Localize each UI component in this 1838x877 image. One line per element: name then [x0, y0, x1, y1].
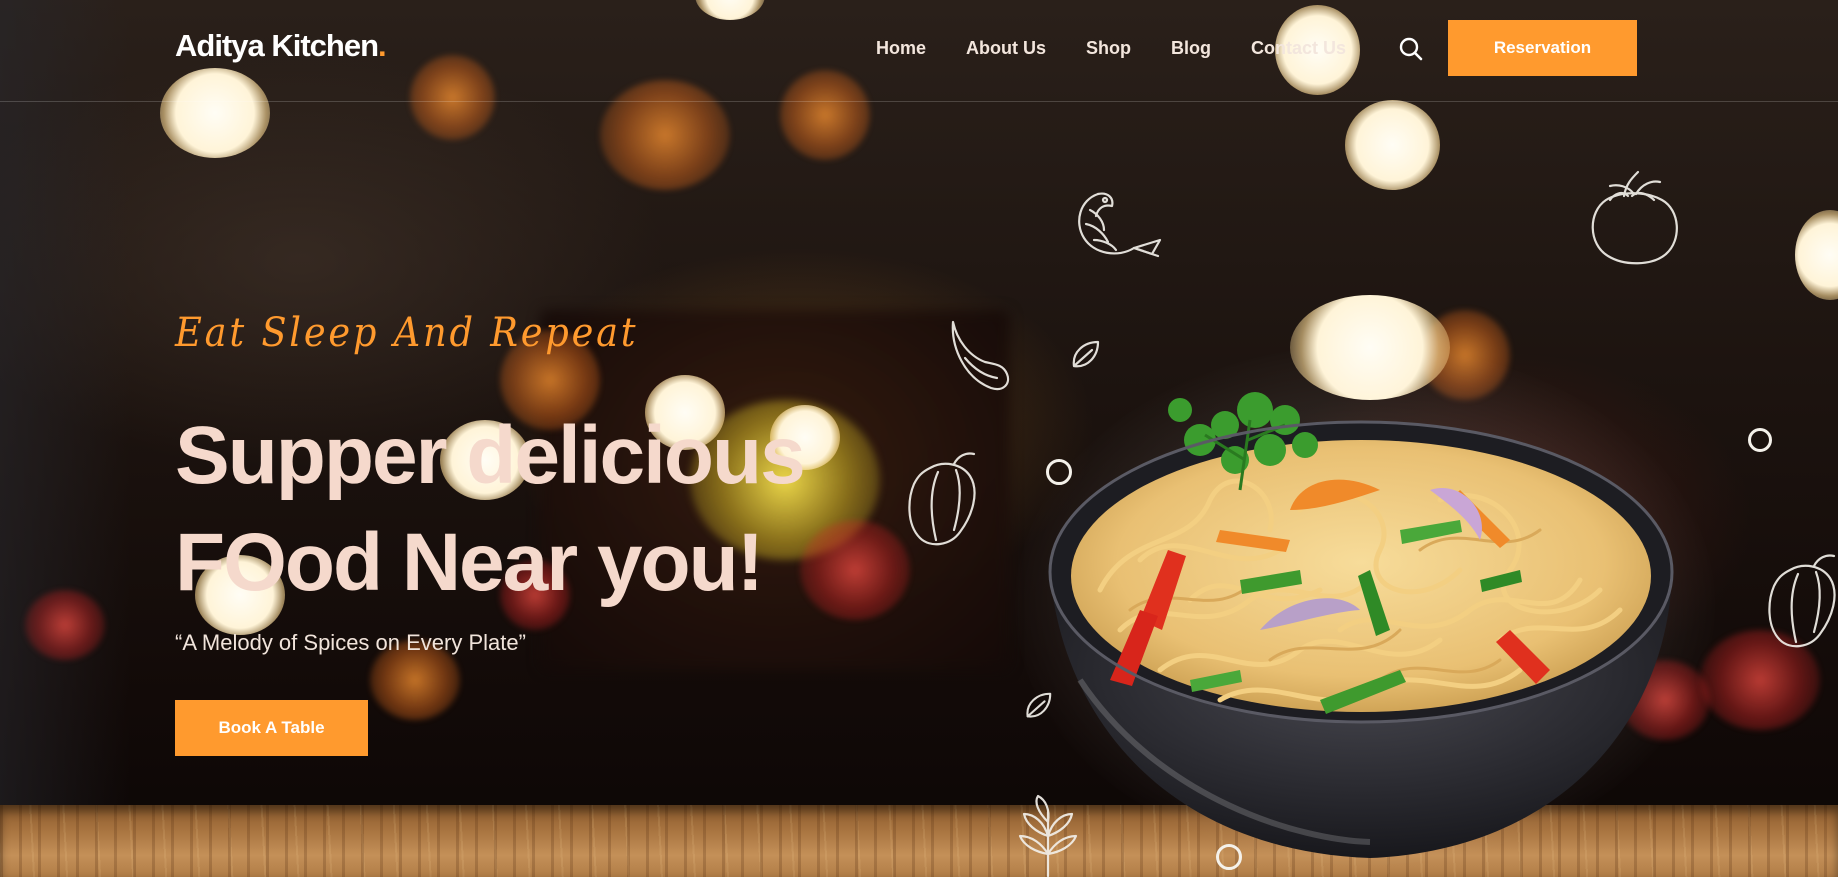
nav-about-us[interactable]: About Us: [966, 38, 1046, 59]
site-logo[interactable]: Aditya Kitchen.: [175, 28, 387, 64]
brand-name: Aditya Kitchen: [175, 28, 379, 63]
pepper-doodle-icon: [1768, 554, 1836, 648]
brand-dot: .: [378, 28, 387, 63]
hero-tagline: Eat Sleep And Repeat: [175, 310, 639, 356]
decor-circle: [1748, 428, 1772, 452]
hero-motto: “A Melody of Spices on Every Plate”: [175, 630, 526, 655]
shrimp-doodle-icon: [1078, 192, 1162, 258]
hero-title: Supper delicious FOod Near you!: [175, 402, 806, 616]
hero-title-line-1: Supper delicious: [175, 410, 806, 501]
search-icon[interactable]: [1398, 36, 1424, 62]
noodle-bowl-image: [1048, 392, 1674, 858]
garlic-doodle-icon: [951, 320, 1010, 391]
pepper-doodle-icon: [908, 452, 976, 546]
nav-blog[interactable]: Blog: [1171, 38, 1211, 59]
book-a-table-button[interactable]: Book A Table: [175, 700, 368, 756]
main-nav: Home About Us Shop Blog Contact Us: [876, 38, 1346, 59]
nav-shop[interactable]: Shop: [1086, 38, 1131, 59]
site-header: Aditya Kitchen. Home About Us Shop Blog …: [0, 0, 1838, 102]
leaf-doodle-icon: [1072, 340, 1100, 368]
tomato-doodle-icon: [1591, 170, 1678, 265]
bokeh-light: [1795, 210, 1838, 300]
background-shadow: [0, 0, 130, 877]
nav-contact-us[interactable]: Contact Us: [1251, 38, 1346, 59]
nav-home[interactable]: Home: [876, 38, 926, 59]
reservation-button[interactable]: Reservation: [1448, 20, 1637, 76]
hero-title-line-2: FOod Near you!: [175, 517, 764, 608]
bokeh-light: [1345, 100, 1440, 190]
